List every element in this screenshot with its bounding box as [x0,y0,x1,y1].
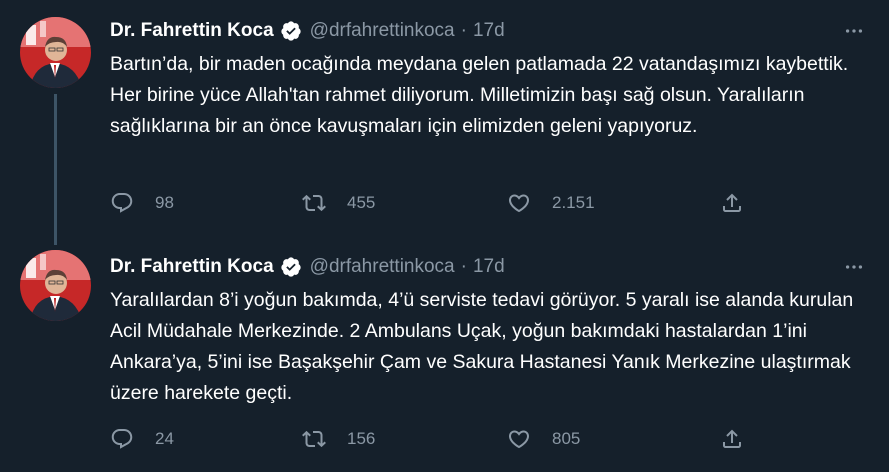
avatar[interactable] [20,17,91,88]
retweet-count: 455 [347,193,376,212]
verified-badge-icon [280,256,302,278]
tweet-actions: 98 455 2.151 [110,188,760,218]
retweet-icon [302,194,326,212]
heart-icon [508,430,530,449]
reply-button[interactable]: 98 [110,188,174,218]
reply-bubble-icon [111,193,133,213]
reply-bubble-icon [111,429,133,449]
separator-dot: · [460,20,467,41]
separator-dot: · [460,256,467,277]
heart-icon [508,194,530,213]
retweet-button[interactable]: 156 [302,424,375,454]
like-button[interactable]: 2.151 [507,188,595,218]
retweet-icon [302,430,326,448]
verified-badge-icon [280,20,302,42]
author-handle[interactable]: @drfahrettinkoca [310,20,455,42]
like-count: 2.151 [552,193,595,212]
reply-count: 24 [155,429,174,448]
more-dots-icon[interactable] [839,252,869,282]
thread-line [54,94,57,245]
tweet-actions: 24 156 805 [110,424,760,454]
author-name[interactable]: Dr. Fahrettin Koca [110,20,274,42]
author-handle[interactable]: @drfahrettinkoca [310,256,455,278]
reply-button[interactable]: 24 [110,424,174,454]
avatar[interactable] [20,250,91,321]
author-name[interactable]: Dr. Fahrettin Koca [110,256,274,278]
more-dots-icon[interactable] [839,16,869,46]
tweet[interactable]: Dr. Fahrettin Koca @drfahrettinkoca · 17… [0,240,889,472]
share-icon [723,429,741,448]
retweet-count: 156 [347,429,376,448]
tweet-text: Yaralılardan 8’i yoğun bakımda, 4’ü serv… [110,289,854,404]
tweet-timestamp[interactable]: 17d [473,256,505,278]
tweet-header: Dr. Fahrettin Koca @drfahrettinkoca · 17… [110,16,505,46]
retweet-button[interactable]: 455 [302,188,375,218]
tweet[interactable]: Dr. Fahrettin Koca @drfahrettinkoca · 17… [0,0,889,245]
tweet-header: Dr. Fahrettin Koca @drfahrettinkoca · 17… [110,252,505,282]
share-button[interactable] [720,424,744,454]
share-icon [723,193,741,212]
share-button[interactable] [720,188,744,218]
reply-count: 98 [155,193,174,212]
like-button[interactable]: 805 [507,424,580,454]
tweet-timestamp[interactable]: 17d [473,20,505,42]
like-count: 805 [552,429,581,448]
tweet-text: Bartın’da, bir maden ocağında meydana ge… [110,53,849,137]
